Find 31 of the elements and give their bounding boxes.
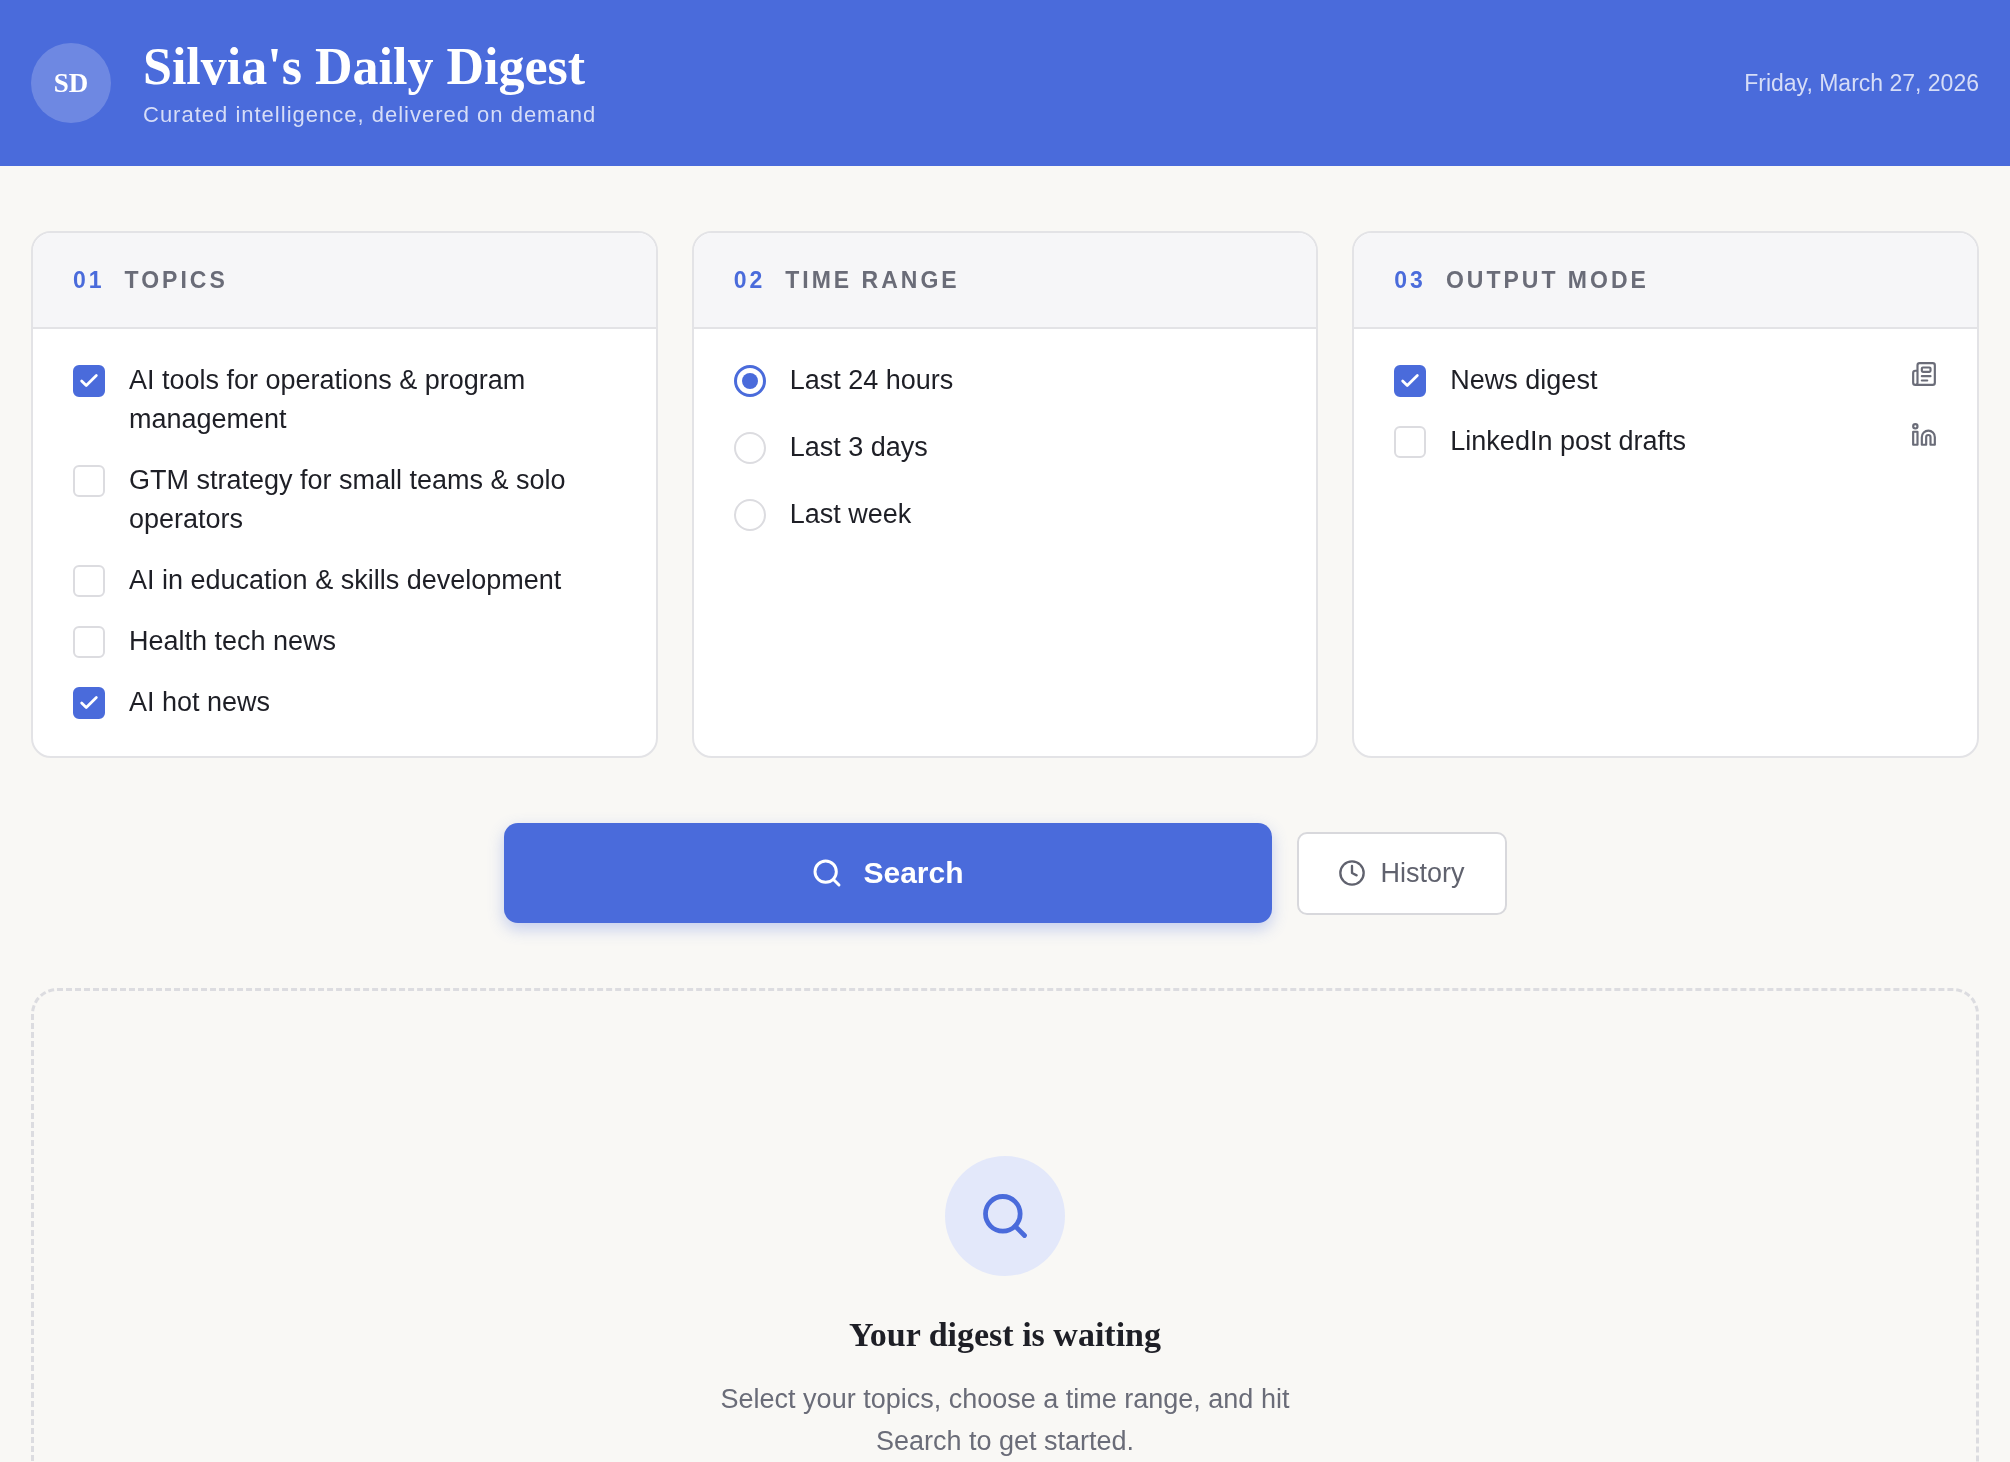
checkbox-option[interactable]: GTM strategy for small teams & solo operators xyxy=(73,461,616,539)
checkbox-option[interactable]: AI tools for operations & program management xyxy=(73,361,616,439)
empty-state-text: Select your topics, choose a time range, and hit Search to get started. xyxy=(719,1383,1291,1458)
panel-number: 03 xyxy=(1394,266,1426,294)
radio-option[interactable]: Last 3 days xyxy=(733,428,1277,467)
panel-number: 01 xyxy=(73,266,105,294)
checkbox-option[interactable]: AI hot news xyxy=(73,683,616,722)
panel-title: TIME RANGE xyxy=(785,266,960,294)
date-text: Friday, March 27, 2026 xyxy=(1744,69,1979,97)
checkbox[interactable] xyxy=(73,687,105,719)
radio-option[interactable]: Last week xyxy=(733,495,1277,534)
search-button[interactable]: Search xyxy=(503,823,1272,923)
newspaper-icon xyxy=(1911,361,1937,387)
linkedin-icon xyxy=(1911,422,1937,448)
app-title: Silvia's Daily Digest xyxy=(143,38,587,96)
checkbox-option[interactable]: LinkedIn post drafts xyxy=(1394,422,1937,461)
history-button[interactable]: History xyxy=(1296,831,1507,915)
empty-state-title: Your digest is waiting xyxy=(849,1316,1161,1354)
checkbox[interactable] xyxy=(73,365,105,397)
checkbox-option[interactable]: News digest xyxy=(1394,361,1937,400)
panel-number: 02 xyxy=(733,266,766,294)
app-subtitle: Curated intelligence, delivered on demand xyxy=(143,101,598,128)
avatar: SD xyxy=(31,43,111,123)
radio-button[interactable] xyxy=(733,365,766,397)
checkbox-option[interactable]: AI in education & skills development xyxy=(73,561,616,600)
clock-icon xyxy=(1338,859,1367,887)
radio-option[interactable]: Last 24 hours xyxy=(733,361,1277,400)
checkbox[interactable] xyxy=(1394,365,1427,397)
panel-title: TOPICS xyxy=(124,266,228,294)
checkbox-option[interactable]: Health tech news xyxy=(73,622,616,661)
panel-title: OUTPUT MODE xyxy=(1445,266,1649,294)
